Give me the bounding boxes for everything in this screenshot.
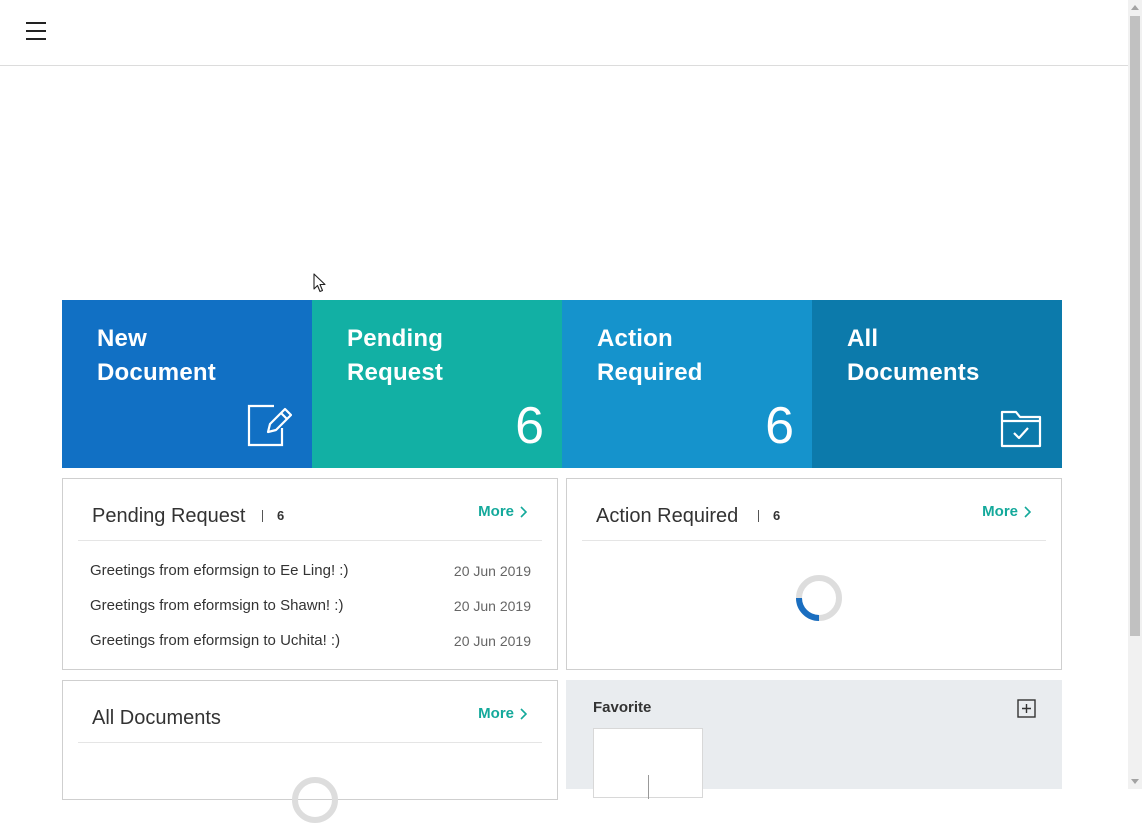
document-title: Greetings from eformsign to Ee Ling! :) bbox=[90, 562, 349, 579]
document-date: 20 Jun 2019 bbox=[453, 633, 531, 649]
tile-all-documents[interactable]: All Documents bbox=[812, 300, 1062, 468]
plus-square-icon[interactable] bbox=[1017, 699, 1036, 718]
list-item[interactable]: Greetings from eformsign to Uchita! :) 2… bbox=[90, 631, 531, 666]
panel-header: All Documents More bbox=[78, 681, 542, 743]
tile-count: 6 bbox=[765, 397, 794, 455]
list-item[interactable]: Greetings from eformsign to Shawn! :) 20… bbox=[90, 596, 531, 631]
tile-new-document[interactable]: New Document bbox=[62, 300, 312, 468]
top-bar bbox=[0, 0, 1128, 66]
more-label: More bbox=[478, 705, 514, 722]
tile-action-required[interactable]: Action Required 6 bbox=[562, 300, 812, 468]
divider bbox=[262, 510, 263, 522]
loading-spinner-icon bbox=[796, 575, 842, 621]
panel-header: Pending Request 6 More bbox=[78, 479, 542, 541]
hamburger-menu-icon[interactable] bbox=[26, 22, 46, 40]
card-placeholder-line bbox=[648, 775, 649, 799]
tile-count: 6 bbox=[515, 397, 544, 455]
action-required-panel: Action Required 6 More bbox=[566, 478, 1062, 670]
pending-request-list: Greetings from eformsign to Ee Ling! :) … bbox=[90, 561, 531, 666]
tile-title: New Document bbox=[97, 325, 216, 386]
panel-title: Pending Request bbox=[92, 505, 246, 527]
panel-count: 6 bbox=[773, 508, 781, 523]
favorite-card[interactable] bbox=[593, 728, 703, 799]
document-title: Greetings from eformsign to Shawn! :) bbox=[90, 597, 344, 614]
vertical-scrollbar[interactable] bbox=[1128, 0, 1142, 789]
more-label: More bbox=[982, 503, 1018, 520]
scroll-down-arrow-icon[interactable] bbox=[1131, 779, 1139, 784]
chevron-right-icon bbox=[520, 505, 527, 518]
pending-request-panel: Pending Request 6 More Greetings from ef… bbox=[62, 478, 558, 670]
document-date: 20 Jun 2019 bbox=[453, 598, 531, 614]
tile-title: Action Required bbox=[597, 325, 703, 386]
folder-check-icon bbox=[1000, 410, 1042, 448]
panel-count: 6 bbox=[277, 508, 285, 523]
divider bbox=[758, 510, 759, 522]
favorite-title: Favorite bbox=[593, 699, 652, 716]
tile-title: Pending Request bbox=[347, 325, 444, 386]
scroll-up-arrow-icon[interactable] bbox=[1131, 5, 1139, 10]
panel-title: All Documents bbox=[92, 707, 221, 729]
document-title: Greetings from eformsign to Uchita! :) bbox=[90, 632, 341, 649]
scrollbar-thumb[interactable] bbox=[1130, 16, 1140, 636]
summary-tiles: New Document Pending Request 6 Action Re… bbox=[62, 300, 1062, 468]
panel-header: Action Required 6 More bbox=[582, 479, 1046, 541]
more-link[interactable]: More bbox=[478, 503, 527, 520]
panel-title: Action Required bbox=[596, 505, 739, 527]
mouse-cursor-icon bbox=[313, 273, 326, 293]
more-link[interactable]: More bbox=[478, 705, 527, 722]
more-label: More bbox=[478, 503, 514, 520]
all-documents-panel: All Documents More bbox=[62, 680, 558, 823]
tile-pending-request[interactable]: Pending Request 6 bbox=[312, 300, 562, 468]
tile-title: All Documents bbox=[847, 325, 980, 386]
loading-spinner-icon bbox=[292, 777, 338, 823]
document-date: 20 Jun 2019 bbox=[453, 563, 531, 579]
more-link[interactable]: More bbox=[982, 503, 1031, 520]
list-item[interactable]: Greetings from eformsign to Ee Ling! :) … bbox=[90, 561, 531, 596]
edit-document-icon bbox=[247, 404, 292, 447]
chevron-right-icon bbox=[1024, 505, 1031, 518]
chevron-right-icon bbox=[520, 707, 527, 720]
favorite-panel: Favorite bbox=[566, 680, 1062, 799]
